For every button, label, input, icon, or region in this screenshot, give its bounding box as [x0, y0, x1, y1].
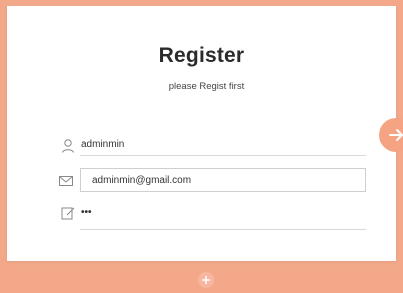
- password-input[interactable]: •••: [81, 207, 92, 218]
- password-underline: [80, 229, 366, 230]
- edit-icon: [60, 205, 76, 221]
- username-underline: [80, 155, 366, 156]
- toggle-button[interactable]: [198, 272, 214, 288]
- arrow-right-icon: [389, 129, 403, 141]
- email-input[interactable]: adminmin@gmail.com: [92, 175, 191, 186]
- plus-icon: [201, 275, 211, 285]
- page-subtitle: please Regist first: [168, 81, 245, 92]
- user-icon: [60, 138, 76, 154]
- envelope-icon: [58, 173, 74, 189]
- username-input[interactable]: adminmin: [81, 139, 124, 150]
- page-title: Register: [158, 44, 245, 67]
- submit-button[interactable]: [379, 118, 403, 152]
